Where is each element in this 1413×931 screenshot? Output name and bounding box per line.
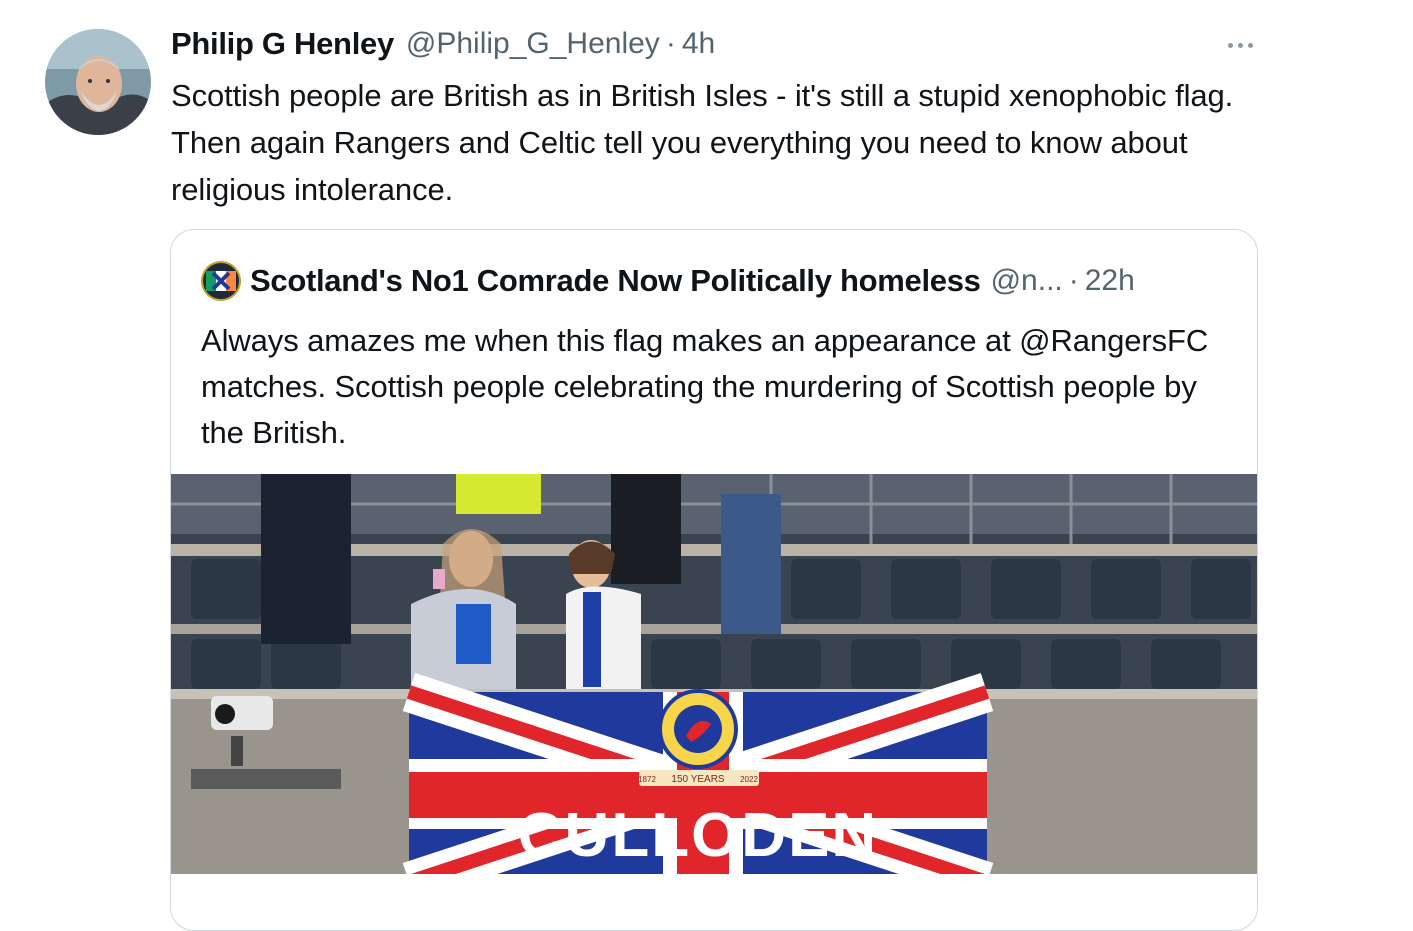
crest-year-left: 1872 [638,775,656,784]
quoted-tweet-text: Always amazes me when this flag makes an… [201,323,1209,450]
tweet-header: Philip G Henley @Philip_G_Henley · 4h [171,22,715,66]
quoted-author-name[interactable]: Scotland's No1 Comrade Now Politically h… [250,263,981,299]
ellipsis-dot [1227,42,1233,48]
author-name[interactable]: Philip G Henley [171,26,394,62]
tweet-timestamp[interactable]: 4h [682,27,715,61]
quoted-author-handle[interactable]: @n... [991,264,1063,298]
ellipsis-dot [1237,42,1243,48]
quoted-tweet-header: Scotland's No1 Comrade Now Politically h… [201,260,1135,302]
ellipsis-dot [1247,42,1253,48]
stadium-photo: 150 YEARS 1872 2022 CULLODEN [171,474,1257,901]
separator-dot: · [665,27,676,60]
more-options-icon[interactable] [1216,30,1264,60]
author-handle[interactable]: @Philip_G_Henley [406,27,660,61]
union-jack-flag: 150 YEARS 1872 2022 CULLODEN [402,673,994,901]
avatar-image [45,29,151,135]
separator-dot: · [1068,264,1079,297]
crest-year-right: 2022 [740,775,758,784]
flag-text: CULLODEN [518,801,878,870]
quoted-tweet-timestamp[interactable]: 22h [1085,264,1135,298]
crest-years-label: 150 YEARS [671,774,725,785]
quoted-avatar-image [201,261,241,301]
author-avatar[interactable] [45,29,151,135]
tweet-text: Scottish people are British as in Britis… [171,78,1234,207]
quoted-tweet-image[interactable]: 150 YEARS 1872 2022 CULLODEN [171,474,1257,901]
quoted-author-avatar[interactable] [201,261,241,301]
quoted-tweet-card[interactable]: Scotland's No1 Comrade Now Politically h… [170,229,1258,931]
